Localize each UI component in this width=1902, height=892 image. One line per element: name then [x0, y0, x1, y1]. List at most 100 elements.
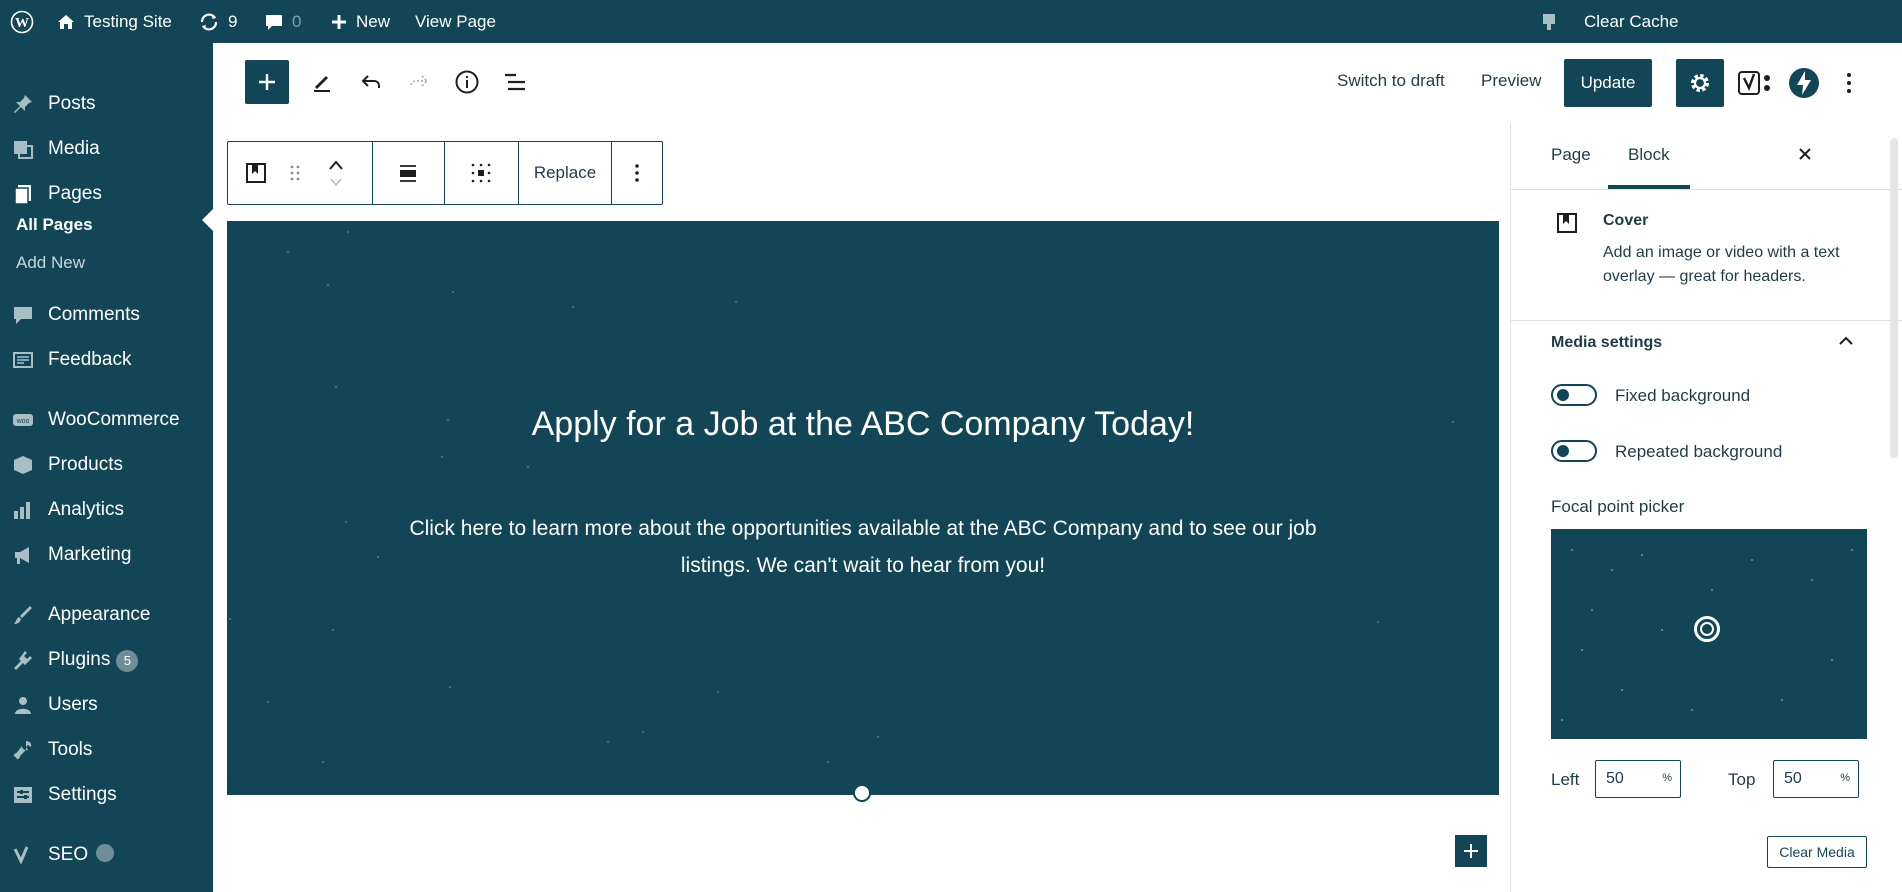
- menu-item-label: Products: [48, 454, 123, 475]
- menu-item-pages[interactable]: Pages: [0, 174, 213, 214]
- cover-block-icon: [1555, 211, 1579, 235]
- position-center-icon: [471, 163, 491, 183]
- menu-item-marketing[interactable]: Marketing: [0, 535, 213, 575]
- paintbrush-icon: [14, 606, 32, 624]
- fixed-background-label: Fixed background: [1615, 386, 1751, 405]
- plus-icon: [259, 74, 275, 90]
- tab-block[interactable]: Block: [1628, 145, 1670, 165]
- submenu-add-new[interactable]: Add New: [16, 253, 85, 273]
- plus-icon: [332, 14, 346, 29]
- comments-count: 0: [292, 11, 302, 31]
- list-view-button[interactable]: [498, 65, 532, 99]
- menu-item-label: Posts: [48, 93, 96, 114]
- new-label: New: [356, 11, 391, 31]
- details-button[interactable]: [450, 65, 484, 99]
- wordpress-logo-icon[interactable]: W: [10, 0, 34, 43]
- media-settings-panel-title[interactable]: Media settings: [1551, 334, 1662, 352]
- block-options-button[interactable]: [612, 142, 662, 204]
- focal-top-value: 50: [1784, 770, 1802, 787]
- menu-item-posts[interactable]: Posts: [0, 84, 213, 124]
- add-block-button[interactable]: [1455, 835, 1487, 867]
- tab-page[interactable]: Page: [1551, 145, 1591, 165]
- block-type-switcher-button[interactable]: [236, 142, 276, 204]
- block-card-title: Cover: [1603, 212, 1649, 229]
- menu-item-label: Plugins: [48, 649, 111, 670]
- menu-item-feedback[interactable]: Feedback: [0, 340, 213, 380]
- view-page-link[interactable]: View Page: [415, 0, 496, 43]
- focal-top-unit: %: [1840, 772, 1850, 784]
- admin-bar: W Testing Site 9 0 New View Page Clear C…: [0, 0, 1902, 43]
- site-name-link[interactable]: Testing Site: [56, 0, 172, 43]
- replace-media-button[interactable]: Replace: [519, 142, 611, 204]
- align-button[interactable]: [378, 142, 438, 204]
- tools-edit-button[interactable]: [305, 65, 339, 99]
- yoast-seo-button[interactable]: [1736, 65, 1776, 101]
- drag-handle[interactable]: [280, 142, 310, 204]
- menu-item-tools[interactable]: Tools: [0, 730, 213, 770]
- menu-item-label: Media: [48, 138, 100, 159]
- gear-icon: [1691, 74, 1709, 92]
- move-down-icon[interactable]: [327, 177, 345, 187]
- preview-button[interactable]: Preview: [1481, 71, 1541, 91]
- menu-item-plugins[interactable]: Plugins 5: [0, 640, 213, 680]
- yoast-icon: [1738, 71, 1770, 95]
- comment-icon: [14, 307, 32, 324]
- clear-media-button[interactable]: Clear Media: [1767, 836, 1867, 868]
- focal-point-label: Focal point picker: [1551, 497, 1685, 516]
- more-vertical-icon: [635, 164, 639, 182]
- cover-paragraph[interactable]: Click here to learn more about the oppor…: [387, 510, 1339, 584]
- menu-item-seo[interactable]: SEO: [0, 835, 213, 875]
- menu-item-settings[interactable]: Settings: [0, 775, 213, 815]
- menu-item-label: Tools: [48, 739, 93, 760]
- focal-top-input[interactable]: 50 %: [1773, 760, 1859, 798]
- fixed-background-toggle[interactable]: [1551, 384, 1597, 406]
- menu-item-appearance[interactable]: Appearance: [0, 595, 213, 635]
- cover-block-icon: [246, 163, 266, 183]
- close-sidebar-button[interactable]: [1796, 145, 1814, 163]
- content-position-button[interactable]: [450, 142, 512, 204]
- cover-resize-handle[interactable]: [853, 784, 871, 802]
- settings-toggle-button[interactable]: [1676, 59, 1724, 107]
- pages-icon: [14, 185, 31, 205]
- menu-item-label: Comments: [48, 304, 140, 325]
- clear-cache-label: Clear Cache: [1584, 11, 1679, 31]
- menu-item-label: Feedback: [48, 349, 132, 370]
- block-inserter-button[interactable]: [245, 60, 289, 104]
- updates-link[interactable]: 9: [198, 0, 237, 43]
- collapse-panel-button[interactable]: [1837, 334, 1855, 348]
- jetpack-button[interactable]: [1786, 65, 1822, 101]
- focal-point-handle[interactable]: [1694, 616, 1720, 642]
- undo-button[interactable]: [354, 65, 388, 99]
- comments-link[interactable]: 0: [264, 0, 301, 43]
- undo-icon: [361, 75, 380, 88]
- close-icon: [1799, 148, 1811, 160]
- menu-item-products[interactable]: Products: [0, 445, 213, 485]
- clear-cache-link[interactable]: Clear Cache: [1540, 0, 1679, 43]
- menu-item-analytics[interactable]: Analytics: [0, 490, 213, 530]
- cover-block[interactable]: Apply for a Job at the ABC Company Today…: [227, 221, 1499, 795]
- move-up-icon[interactable]: [327, 159, 345, 171]
- menu-item-comments[interactable]: Comments: [0, 295, 213, 335]
- update-button[interactable]: Update: [1564, 59, 1652, 107]
- analytics-icon: [14, 502, 30, 519]
- switch-to-draft-button[interactable]: Switch to draft: [1337, 71, 1445, 91]
- plus-icon: [1464, 844, 1478, 858]
- menu-item-media[interactable]: Media: [0, 129, 213, 169]
- menu-item-label: SEO: [48, 844, 89, 865]
- redo-button[interactable]: [402, 65, 436, 99]
- feedback-icon: [13, 352, 33, 368]
- focal-point-picker[interactable]: [1551, 529, 1867, 739]
- submenu-all-pages[interactable]: All Pages: [16, 215, 93, 235]
- view-page-label: View Page: [415, 11, 496, 31]
- new-content-link[interactable]: New: [330, 0, 390, 43]
- options-menu-button[interactable]: [1839, 65, 1859, 101]
- menu-item-users[interactable]: Users: [0, 685, 213, 725]
- cover-heading[interactable]: Apply for a Job at the ABC Company Today…: [227, 405, 1499, 444]
- focal-left-input[interactable]: 50 %: [1595, 760, 1681, 798]
- toolbar-separator: [444, 142, 445, 204]
- repeated-background-toggle[interactable]: [1551, 440, 1597, 462]
- drag-handle-icon: [290, 165, 300, 181]
- plugins-update-badge: 5: [116, 650, 139, 672]
- sidebar-scrollbar[interactable]: [1890, 138, 1898, 458]
- menu-item-woocommerce[interactable]: woo WooCommerce: [0, 400, 213, 440]
